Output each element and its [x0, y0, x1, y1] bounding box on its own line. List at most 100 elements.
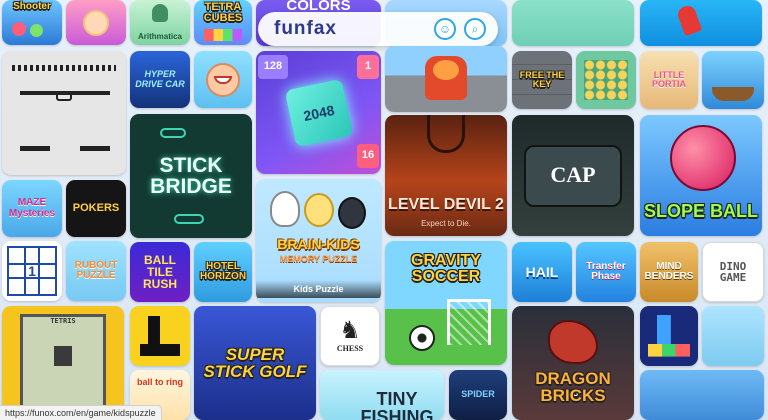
game-tile-hyper-drive-car[interactable]: HYPER DRIVE CAR — [130, 51, 190, 108]
bubble-icon — [12, 22, 26, 36]
game-tile-pokers[interactable]: POKERS — [66, 180, 126, 237]
game-tile-kids-cartoon[interactable] — [702, 306, 764, 366]
game-tile-pirate-ship[interactable] — [702, 51, 764, 109]
game-tile-geometry[interactable] — [130, 306, 190, 366]
main-tile-2048: 2048 — [284, 78, 353, 147]
dino-icon — [54, 346, 72, 366]
game-tile-hotel-horizon[interactable]: HOTEL HORIZON — [194, 242, 252, 302]
game-title: BALL TILE RUSH — [142, 252, 177, 292]
game-tile-dragon-bricks[interactable]: VS DRAGON BRICKS — [512, 306, 634, 420]
game-tile-stick-bridge[interactable]: STICK BRIDGE — [130, 114, 252, 238]
game-tile-city-blocks[interactable] — [640, 370, 764, 420]
game-tile-level-devil-2[interactable]: LEVEL DEVIL 2 Expect to Die. — [385, 115, 507, 236]
game-tile-dino-game[interactable]: DINO GAME — [702, 242, 764, 302]
game-tile-hail[interactable]: HAIL — [512, 242, 572, 302]
game-tile-rubout-puzzle[interactable]: RUBOUT PUZZLE — [66, 241, 126, 301]
game-tile-slope-ball[interactable]: SLOPE BALL — [640, 115, 762, 236]
game-tile-gravity-soccer[interactable]: GRAVITY SOCCER — [385, 241, 507, 365]
chess-piece-icon: ♞ — [339, 316, 361, 344]
game-title: MAZE Mysteries — [8, 197, 56, 219]
game-title: DRAGON BRICKS — [535, 369, 611, 406]
animals-icon — [304, 193, 334, 227]
game-tile-stickman-run[interactable] — [640, 0, 762, 46]
game-title: DINO GAME — [719, 259, 747, 284]
game-caption: Kids Puzzle — [256, 280, 381, 298]
game-title: POKERS — [72, 201, 120, 214]
game-tile-sudoku[interactable]: 1 — [2, 241, 62, 301]
game-tile-free-the-key[interactable]: FREE THE KEY — [512, 51, 572, 109]
blocks-icon — [648, 315, 690, 357]
ship-icon — [712, 87, 754, 101]
game-subtitle: Expect to Die. — [421, 219, 471, 228]
game-tile-brain-kids[interactable]: BRAIN-KIDS MEMORY PUZZLE Kids Puzzle — [256, 179, 381, 302]
smiley-icon[interactable]: ☺ — [434, 18, 456, 40]
owl-icon — [152, 4, 168, 22]
game-title: HOTEL HORIZON — [199, 260, 247, 282]
game-title: Transfer Phase — [586, 260, 626, 282]
game-tile-arithmatica[interactable]: Arithmatica — [130, 0, 190, 45]
game-tile-super-stick-golf[interactable]: SUPER STICK GOLF — [194, 306, 316, 420]
game-tile-tiny-fishing[interactable]: TINY FISHING — [320, 370, 444, 420]
game-tile-baby[interactable] — [66, 0, 126, 45]
baby-face-icon — [83, 9, 109, 36]
ball-icon — [670, 125, 736, 191]
game-tile-cap[interactable]: CAP — [512, 115, 634, 236]
game-title: CHESS — [336, 343, 364, 353]
game-tile-ball-tile-rush[interactable]: BALL TILE RUSH — [130, 242, 190, 302]
tile-number: 128 — [258, 55, 288, 79]
game-title: STICK BRIDGE — [150, 153, 232, 198]
game-title: LEVEL DEVIL 2 — [388, 196, 504, 213]
game-title: SUPER STICK GOLF — [203, 344, 307, 381]
game-tile-hexagon[interactable] — [576, 51, 636, 109]
runner-icon — [675, 3, 703, 37]
game-tile-tetris[interactable]: TETRIS — [2, 306, 124, 420]
game-title: MIND BENDERS — [644, 260, 694, 282]
game-title: HYPER DRIVE CAR — [135, 69, 185, 89]
sudoku-digit: 1 — [28, 262, 36, 279]
game-tile-tetra-cubes[interactable]: TETRA CUBES — [194, 0, 252, 45]
game-tile-top-teal[interactable] — [512, 0, 634, 46]
game-tile-shooter[interactable]: Shooter — [2, 0, 62, 45]
stairs-icon — [140, 316, 180, 356]
game-tile-dentist[interactable] — [194, 51, 252, 108]
game-tile-spider[interactable]: SPIDER — [449, 370, 507, 420]
game-title: TINY FISHING — [360, 389, 434, 420]
cloud-icon — [160, 128, 186, 138]
game-title: FREE THE KEY — [519, 69, 565, 89]
search-bar[interactable]: funfax ☺ ⌕ — [258, 12, 498, 46]
animals-icon — [338, 197, 366, 229]
game-tile-little-portia[interactable]: LITTLE PORTIA — [640, 51, 698, 109]
game-title: LITTLE PORTIA — [651, 69, 686, 89]
game-title: BRAIN-KIDS — [277, 236, 360, 252]
game-tile-maze-mysteries[interactable]: MAZE Mysteries — [2, 180, 62, 237]
platform — [20, 146, 50, 151]
cloud-icon — [174, 214, 204, 224]
game-tile-level-platform[interactable] — [2, 51, 126, 175]
game-title: ball to ring — [137, 377, 183, 387]
game-title: SPIDER — [461, 389, 495, 400]
game-tile-2048[interactable]: 128 1 2048 16 — [256, 51, 381, 174]
site-logo[interactable]: funfax — [274, 18, 337, 40]
game-tile-transfer-phase[interactable]: Transfer Phase — [576, 242, 636, 302]
spikes-icon — [12, 65, 116, 71]
status-bar-url: https://funox.com/en/game/kidspuzzle — [0, 405, 162, 420]
piston-icon — [427, 115, 465, 153]
game-title: GRAVITY SOCCER — [411, 252, 481, 286]
game-tile-mind-benders[interactable]: MIND BENDERS — [640, 242, 698, 302]
game-title: TETRIS — [50, 317, 76, 325]
games-grid: Shooter Arithmatica TETRA CUBES COLORS f… — [0, 0, 768, 420]
platform — [80, 146, 110, 151]
game-tile-chess[interactable]: ♞ CHESS — [320, 306, 380, 366]
game-tile-kart-racer[interactable] — [385, 46, 507, 112]
dragon-icon — [548, 320, 598, 364]
game-tile-block-puzzle[interactable] — [640, 306, 698, 366]
game-title: RUBOUT PUZZLE — [74, 259, 118, 281]
tile-number: 1 — [357, 55, 379, 79]
game-title: SLOPE BALL — [643, 200, 758, 221]
game-title: CAP — [550, 162, 596, 188]
bubble-icon — [30, 24, 43, 37]
game-title: Arithmatica — [137, 31, 182, 41]
game-title: HAIL — [525, 263, 559, 280]
game-title: TETRA CUBES — [203, 1, 243, 25]
search-icon[interactable]: ⌕ — [464, 18, 486, 40]
